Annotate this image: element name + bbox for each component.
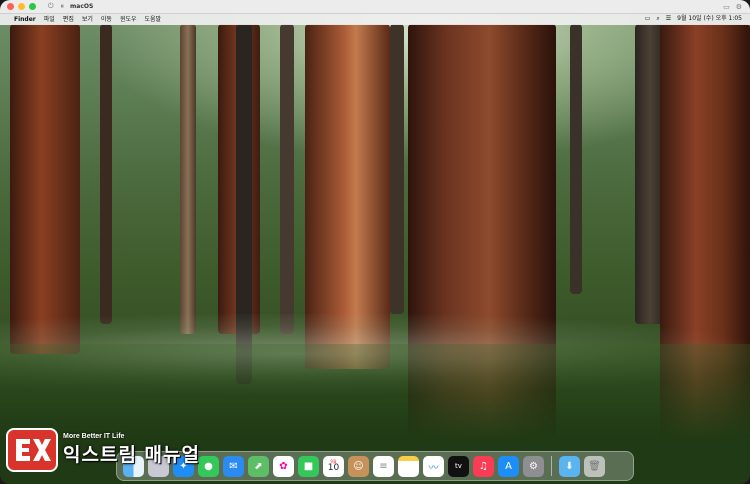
- dock-freeform-icon[interactable]: 〰: [423, 455, 444, 477]
- window-controls: [7, 3, 36, 10]
- dock-maps-icon[interactable]: ⬈: [248, 455, 269, 477]
- dock-notes-icon[interactable]: [398, 455, 419, 477]
- menu-view[interactable]: 보기: [82, 16, 93, 23]
- watermark: More Better IT Life 익스트림 매뉴얼: [6, 425, 200, 475]
- settings-icon[interactable]: ⚙: [736, 3, 742, 11]
- watermark-text: More Better IT Life 익스트림 매뉴얼: [63, 433, 200, 467]
- vm-window: ⏻ ⏸ macOS ▭ ⚙ Finder 파일 편집 보기 이동 윈도우 도움말…: [0, 0, 750, 484]
- pause-icon[interactable]: ⏸: [61, 3, 65, 10]
- dock-music-icon[interactable]: ♫: [473, 455, 494, 477]
- dock-trash-icon[interactable]: 🗑: [584, 455, 605, 477]
- vm-titlebar: ⏻ ⏸ macOS ▭ ⚙: [0, 0, 750, 14]
- close-button[interactable]: [7, 3, 14, 10]
- watermark-title: 익스트림 매뉴얼: [63, 444, 200, 466]
- dock-separator: [551, 456, 552, 476]
- power-icon[interactable]: ⏻: [48, 3, 54, 10]
- watermark-tagline: More Better IT Life: [63, 433, 125, 440]
- menu-clock[interactable]: 9월 10일 (수) 오후 1:05: [677, 16, 742, 22]
- vm-title: macOS: [70, 3, 94, 10]
- dock-mail-icon[interactable]: ✉: [223, 455, 244, 477]
- menu-edit[interactable]: 편집: [63, 16, 74, 23]
- tree-trunk: [390, 24, 404, 314]
- tree-trunk: [570, 24, 582, 294]
- display-icon[interactable]: ▭: [723, 3, 730, 11]
- dock-downloads-icon[interactable]: ⬇: [559, 455, 580, 477]
- dock-tv-icon[interactable]: tv: [448, 455, 469, 477]
- dock-reminders-icon[interactable]: ≡: [373, 455, 394, 477]
- dock-app-store-icon[interactable]: A: [498, 455, 519, 477]
- tree-trunk: [100, 24, 112, 324]
- dock-system-settings-icon[interactable]: ⚙: [523, 455, 544, 477]
- tv-label: tv: [455, 462, 462, 470]
- dock-facetime-icon[interactable]: ■: [298, 455, 319, 477]
- search-icon[interactable]: ⌕: [656, 16, 659, 22]
- menu-go[interactable]: 이동: [101, 16, 112, 23]
- menu-help[interactable]: 도움말: [145, 16, 162, 23]
- dock-calendar-icon[interactable]: 9월 10: [323, 455, 344, 477]
- tree-trunk: [280, 24, 294, 334]
- maximize-button[interactable]: [29, 3, 36, 10]
- tree-trunk: [180, 24, 196, 334]
- menu-bar-extras: ▭ ⌕ ☰ 9월 10일 (수) 오후 1:05: [645, 16, 742, 22]
- watermark-logo-icon: [16, 439, 51, 461]
- menu-window[interactable]: 윈도우: [120, 16, 137, 23]
- minimize-button[interactable]: [18, 3, 25, 10]
- dock-messages-icon[interactable]: ●: [198, 455, 219, 477]
- menu-bar: Finder 파일 편집 보기 이동 윈도우 도움말 ▭ ⌕ ☰ 9월 10일 …: [0, 14, 750, 25]
- calendar-day-text: 10: [327, 462, 340, 473]
- menu-file[interactable]: 파일: [44, 16, 55, 23]
- macos-desktop: Finder 파일 편집 보기 이동 윈도우 도움말 ▭ ⌕ ☰ 9월 10일 …: [0, 14, 750, 484]
- dock-photos-icon[interactable]: ✿: [273, 455, 294, 477]
- display-mirroring-icon[interactable]: ▭: [645, 16, 651, 22]
- watermark-logo: [6, 428, 58, 472]
- vm-toolbar: ⏻ ⏸: [48, 3, 64, 10]
- menu-app-name[interactable]: Finder: [14, 16, 36, 23]
- vm-toolbar-right: ▭ ⚙: [723, 3, 742, 11]
- tree-trunk: [10, 24, 80, 354]
- control-center-icon[interactable]: ☰: [666, 16, 671, 22]
- dock-contacts-icon[interactable]: ☺: [348, 455, 369, 477]
